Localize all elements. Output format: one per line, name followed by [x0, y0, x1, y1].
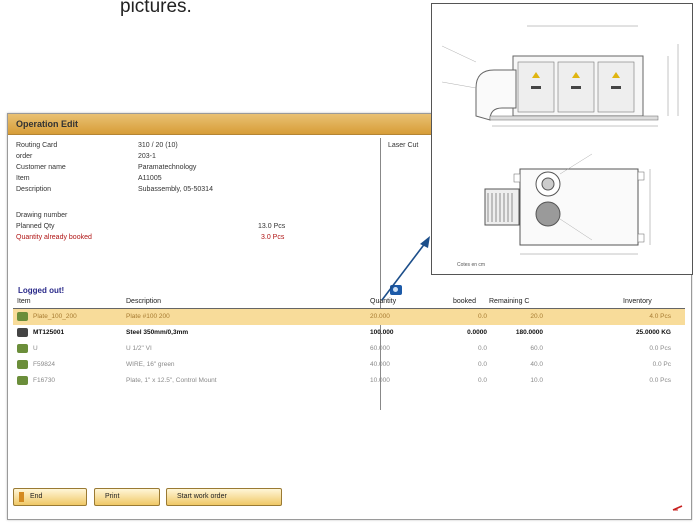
label-description: Description [16, 186, 52, 193]
header-description[interactable]: Description [126, 298, 161, 305]
item-icon [17, 376, 28, 385]
item-icon [17, 360, 28, 369]
cell-quantity: 100.000 [370, 329, 394, 336]
item-icon [17, 344, 28, 353]
value-planned-qty: 13.0 Pcs [258, 223, 286, 230]
table-row[interactable]: F16730 Plate, 1" x 12.5", Control Mount … [13, 373, 685, 389]
header-inventory[interactable]: Inventory [623, 298, 652, 305]
cell-booked: 0.0 [477, 377, 487, 384]
logged-out-status: Logged out! [18, 286, 65, 295]
cell-description: U 1/2" VI [126, 345, 152, 352]
end-button-label: End [30, 493, 43, 500]
item-icon [17, 328, 28, 337]
cell-quantity: 20.000 [370, 313, 390, 320]
label-customer: Customer name [16, 164, 66, 171]
cell-item: U [33, 345, 38, 352]
cell-remaining: 180.0000 [515, 329, 543, 336]
cell-booked: 0.0000 [467, 329, 487, 336]
header-item[interactable]: Item [17, 298, 31, 305]
cell-description: Plate, 1" x 12.5", Control Mount [126, 377, 217, 384]
value-customer: Paramatechnology [138, 164, 197, 171]
value-item: A11005 [138, 175, 162, 182]
cell-remaining: 10.0 [530, 377, 543, 384]
technical-drawing-panel: Cotes en cm [431, 3, 693, 275]
table-row[interactable]: F59824 WIRE, 16" green 40.000 0.0 40.0 0… [13, 357, 685, 373]
cell-quantity: 40.000 [370, 361, 390, 368]
item-icon [17, 312, 28, 321]
cell-item: Plate_100_200 [33, 313, 77, 320]
page-caption: pictures. [120, 0, 192, 17]
table-row[interactable]: U U 1/2" VI 60.000 0.0 60.0 0.0 Pcs [13, 341, 685, 357]
grid-header: Item Description Quantity booked Remaini… [13, 298, 685, 309]
table-row[interactable]: Plate_100_200 Plate #100 200 20.000 0.0 … [13, 309, 685, 325]
value-quantity-booked: 3.0 Pcs [261, 234, 285, 241]
cell-booked: 0.0 [477, 361, 487, 368]
label-drawing-number: Drawing number [16, 212, 68, 219]
end-button[interactable]: End [13, 488, 87, 506]
label-order: order [16, 153, 33, 160]
materials-grid: Item Description Quantity booked Remaini… [13, 298, 685, 389]
start-work-order-label: Start work order [177, 493, 227, 500]
cell-description: Plate #100 200 [126, 313, 170, 320]
label-item: Item [16, 175, 30, 182]
value-description: Subassembly, 05-50314 [138, 186, 213, 193]
cell-inventory: 0.0 Pcs [649, 377, 671, 384]
print-button-label: Print [105, 493, 120, 500]
pencil-icon[interactable] [672, 505, 683, 511]
cell-inventory: 0.0 Pc [652, 361, 671, 368]
laser-cut-label: Laser Cut [388, 142, 419, 149]
cell-item: F16730 [33, 377, 56, 384]
cell-booked: 0.0 [477, 313, 487, 320]
label-quantity-booked: Quantity already booked [16, 234, 92, 241]
value-routing-card: 310 / 20 (10) [138, 142, 178, 149]
start-work-order-button[interactable]: Start work order [166, 488, 282, 506]
drawing-caption: Cotes en cm [457, 262, 486, 268]
cell-remaining: 20.0 [530, 313, 543, 320]
cell-quantity: 10.000 [370, 377, 390, 384]
cell-inventory: 4.0 Pcs [649, 313, 671, 320]
label-planned-qty: Planned Qty [16, 223, 55, 230]
cell-description: Steel 350mm/0,3mm [126, 329, 189, 336]
value-order: 203-1 [138, 153, 156, 160]
exit-icon [19, 492, 24, 502]
header-booked[interactable]: booked [453, 298, 476, 305]
table-row[interactable]: MT125001 Steel 350mm/0,3mm 100.000 0.000… [13, 325, 685, 341]
cell-description: WIRE, 16" green [126, 361, 175, 368]
drawing-image [441, 25, 679, 255]
cell-item: MT125001 [33, 329, 65, 336]
cell-inventory: 25.0000 KG [635, 329, 671, 336]
cell-item: F59824 [33, 361, 56, 368]
header-remaining[interactable]: Remaining C [489, 298, 529, 305]
cell-booked: 0.0 [477, 345, 487, 352]
cell-remaining: 40.0 [530, 361, 543, 368]
cell-quantity: 60.000 [370, 345, 390, 352]
label-routing-card: Routing Card [16, 142, 58, 149]
print-button[interactable]: Print [94, 488, 160, 506]
cell-inventory: 0.0 Pcs [649, 345, 671, 352]
cell-remaining: 60.0 [530, 345, 543, 352]
